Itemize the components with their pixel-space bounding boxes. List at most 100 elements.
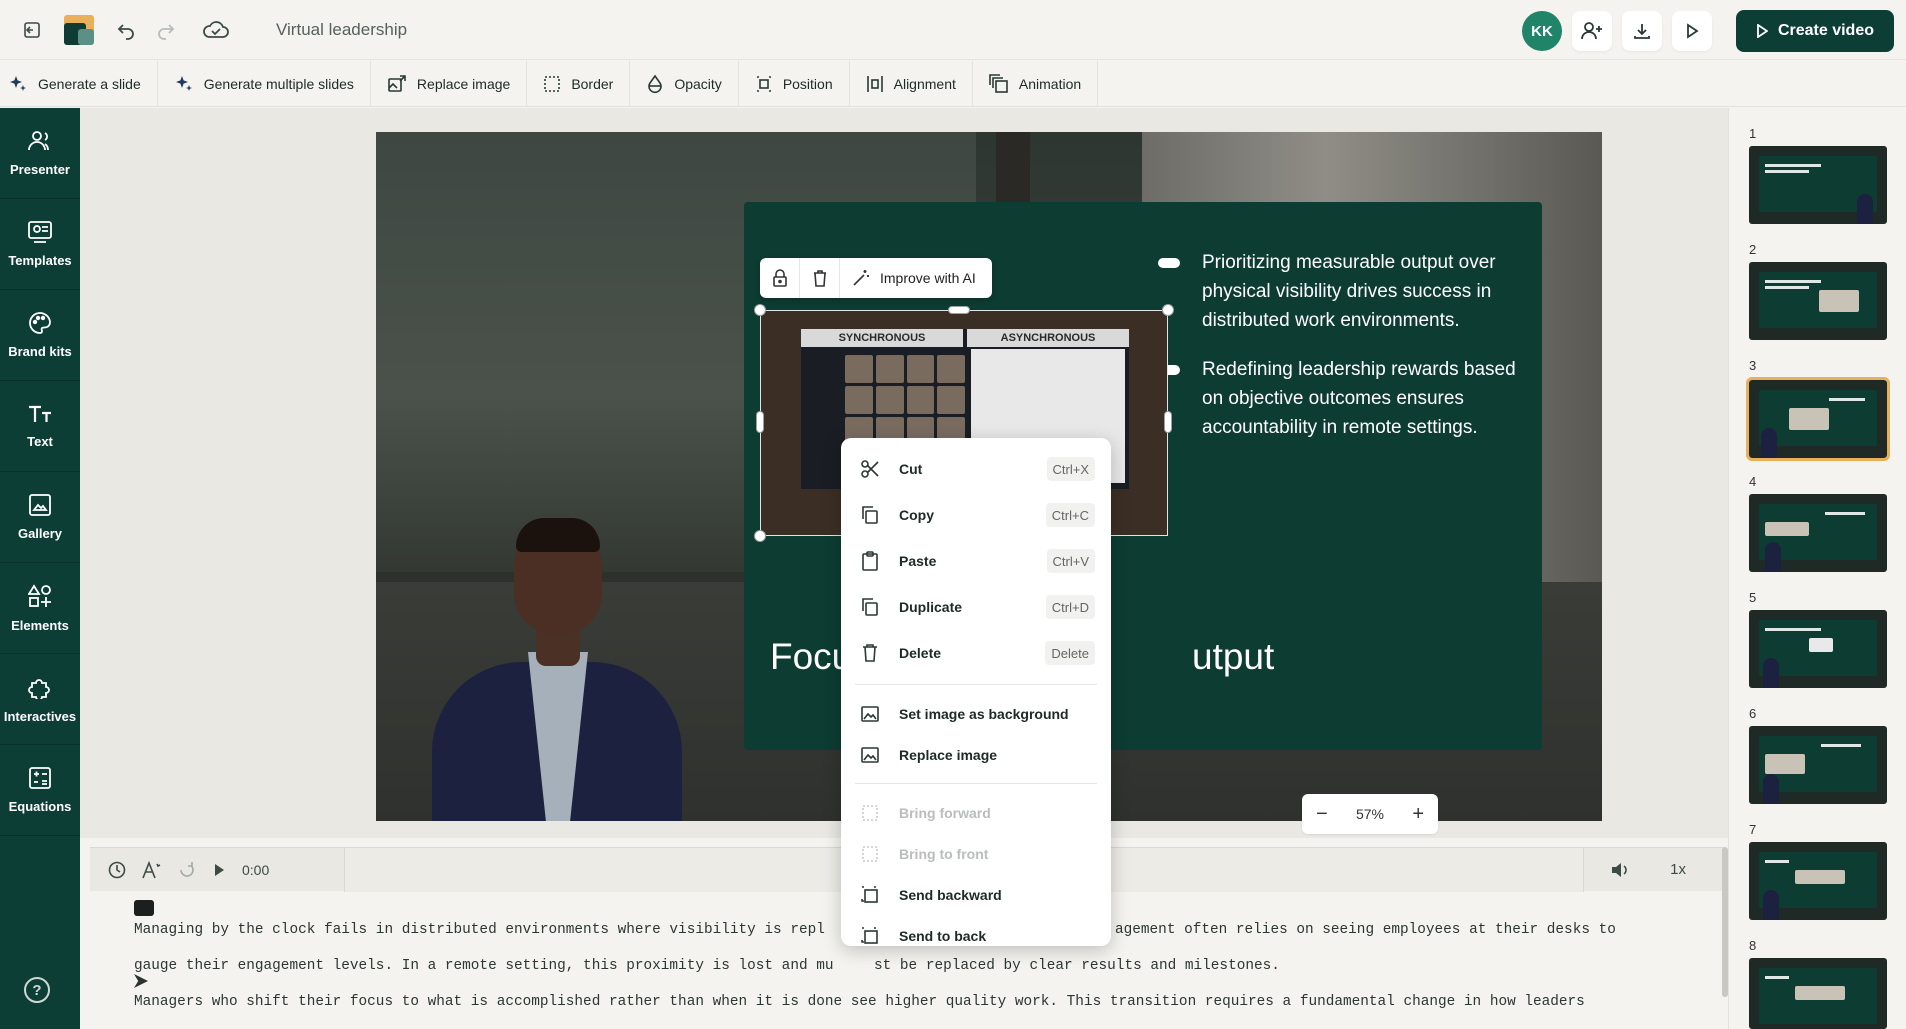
replace-image-button[interactable]: Replace image (371, 61, 528, 106)
menu-item-replace-image[interactable]: Replace image (841, 734, 1111, 775)
left-sidebar: Presenter Templates Brand kits Text Gall… (0, 108, 80, 1029)
undo-icon[interactable] (106, 10, 146, 50)
script-line[interactable]: Managing by the clock fails in distribut… (134, 922, 825, 938)
app-logo[interactable] (64, 14, 94, 45)
resize-handle[interactable] (756, 411, 764, 433)
menu-item-bring-forward[interactable]: Bring forward (841, 792, 1111, 833)
layer-icon (859, 925, 881, 947)
menu-separator (855, 783, 1097, 784)
context-menu: Cut Ctrl+X Copy Ctrl+C Paste Ctrl+V Dupl… (841, 438, 1111, 946)
slide-thumbnail-8[interactable] (1749, 958, 1887, 1029)
sidebar-item-templates[interactable]: Templates (0, 199, 80, 290)
download-button[interactable] (1621, 11, 1662, 51)
generate-multiple-slides-button[interactable]: Generate multiple slides (158, 61, 371, 106)
slide-thumbnail-2[interactable] (1749, 262, 1887, 340)
animation-button[interactable]: Animation (973, 61, 1099, 106)
menu-item-label: Bring to front (899, 845, 989, 862)
refresh-icon[interactable] (178, 861, 196, 879)
resize-handle[interactable] (754, 304, 766, 316)
menu-item-label: Replace image (899, 746, 998, 763)
zoom-out-button[interactable]: − (1316, 803, 1328, 826)
improve-with-ai-button[interactable]: Improve with AI (840, 269, 992, 287)
generate-slide-button[interactable]: Generate a slide (0, 61, 158, 106)
sidebar-item-interactives[interactable]: Interactives (0, 654, 80, 745)
image-quick-toolbar: Improve with AI (760, 258, 992, 298)
script-line[interactable]: gauge their engagement levels. In a remo… (134, 958, 834, 974)
zoom-control: − 57% + (1302, 794, 1438, 834)
pause-marker-icon[interactable] (134, 974, 148, 988)
create-video-label: Create video (1777, 22, 1874, 39)
sidebar-item-text[interactable]: Text (0, 381, 80, 472)
slide-thumbnail-6[interactable] (1749, 726, 1887, 804)
slide-thumbnail-3[interactable] (1746, 377, 1890, 461)
volume-icon[interactable] (1610, 861, 1630, 879)
clock-icon[interactable] (108, 861, 126, 879)
animation-icon (989, 73, 1008, 93)
layer-icon (859, 802, 881, 824)
redo-icon[interactable] (146, 10, 186, 50)
script-line[interactable]: Managers who shift their focus to what i… (134, 994, 1585, 1010)
slide-thumbnail-4[interactable] (1749, 494, 1887, 572)
menu-item-cut[interactable]: Cut Ctrl+X (841, 446, 1111, 492)
slide-thumbnail-1[interactable] (1749, 146, 1887, 224)
document-title[interactable]: Virtual leadership (276, 20, 407, 40)
scissors-icon (859, 458, 881, 480)
slide-thumbnail-7[interactable] (1749, 842, 1887, 920)
sidebar-label: Templates (8, 252, 72, 268)
timeline-right-controls: 1x (1584, 861, 1724, 879)
menu-item-delete[interactable]: Delete Delete (841, 630, 1111, 676)
exit-icon[interactable] (12, 10, 52, 50)
menu-item-send-to-back[interactable]: Send to back (841, 915, 1111, 956)
bullet-list[interactable]: Prioritizing measurable output over phys… (1158, 248, 1532, 462)
thumbnail-number: 6 (1749, 706, 1757, 721)
add-collaborator-button[interactable] (1571, 11, 1612, 51)
border-button[interactable]: Border (527, 61, 631, 106)
playback-speed[interactable]: 1x (1670, 861, 1686, 878)
position-button[interactable]: Position (739, 61, 850, 106)
zoom-in-button[interactable]: + (1412, 803, 1424, 826)
play-icon[interactable] (212, 863, 226, 877)
script-line-tail[interactable]: st be replaced by clear results and mile… (874, 958, 1280, 974)
menu-item-duplicate[interactable]: Duplicate Ctrl+D (841, 584, 1111, 630)
help-icon[interactable]: ? (24, 977, 50, 1003)
bullet-text[interactable]: Prioritizing measurable output over phys… (1202, 248, 1532, 335)
preview-button[interactable] (1671, 11, 1712, 51)
menu-item-bring-to-front[interactable]: Bring to front (841, 833, 1111, 874)
menu-item-paste[interactable]: Paste Ctrl+V (841, 538, 1111, 584)
menu-item-set-image-as-background[interactable]: Set image as background (841, 693, 1111, 734)
resize-handle[interactable] (948, 306, 970, 314)
sidebar-item-gallery[interactable]: Gallery (0, 472, 80, 563)
menu-item-copy[interactable]: Copy Ctrl+C (841, 492, 1111, 538)
trash-icon[interactable] (800, 258, 840, 298)
resize-handle[interactable] (754, 530, 766, 542)
bullet-text[interactable]: Redefining leadership rewards based on o… (1202, 355, 1532, 442)
slide-thumbnails: 1 2 3 4 5 6 7 8 (1728, 108, 1906, 1029)
slide-thumbnail-5[interactable] (1749, 610, 1887, 688)
cloud-saved-icon (196, 10, 236, 50)
text-icon (29, 405, 51, 422)
sidebar-item-elements[interactable]: Elements (0, 563, 80, 654)
sidebar-item-equations[interactable]: Equations (0, 745, 80, 836)
menu-shortcut: Delete (1045, 641, 1095, 665)
resize-handle[interactable] (1162, 304, 1174, 316)
menu-shortcut: Ctrl+V (1046, 549, 1095, 573)
image-toolbar: Generate a slide Generate multiple slide… (0, 61, 1906, 107)
menu-shortcut: Ctrl+X (1046, 457, 1095, 481)
speaker-marker-icon[interactable] (134, 900, 154, 916)
sidebar-item-presenter[interactable]: Presenter (0, 108, 80, 199)
presenter-avatar[interactable] (432, 492, 682, 821)
script-line-tail[interactable]: agement often relies on seeing employees… (1115, 922, 1616, 938)
user-avatar[interactable]: KK (1521, 11, 1562, 51)
border-icon (544, 75, 561, 92)
opacity-button[interactable]: Opacity (630, 61, 739, 106)
lock-icon[interactable] (760, 258, 800, 298)
trash-icon (859, 642, 881, 664)
alignment-button[interactable]: Alignment (850, 61, 973, 106)
voice-icon[interactable] (142, 860, 162, 879)
resize-handle[interactable] (1164, 411, 1172, 433)
menu-item-send-backward[interactable]: Send backward (841, 874, 1111, 915)
position-icon (756, 75, 771, 92)
sidebar-item-brand-kits[interactable]: Brand kits (0, 290, 80, 381)
create-video-button[interactable]: Create video (1735, 10, 1894, 52)
copy-icon (859, 504, 881, 526)
